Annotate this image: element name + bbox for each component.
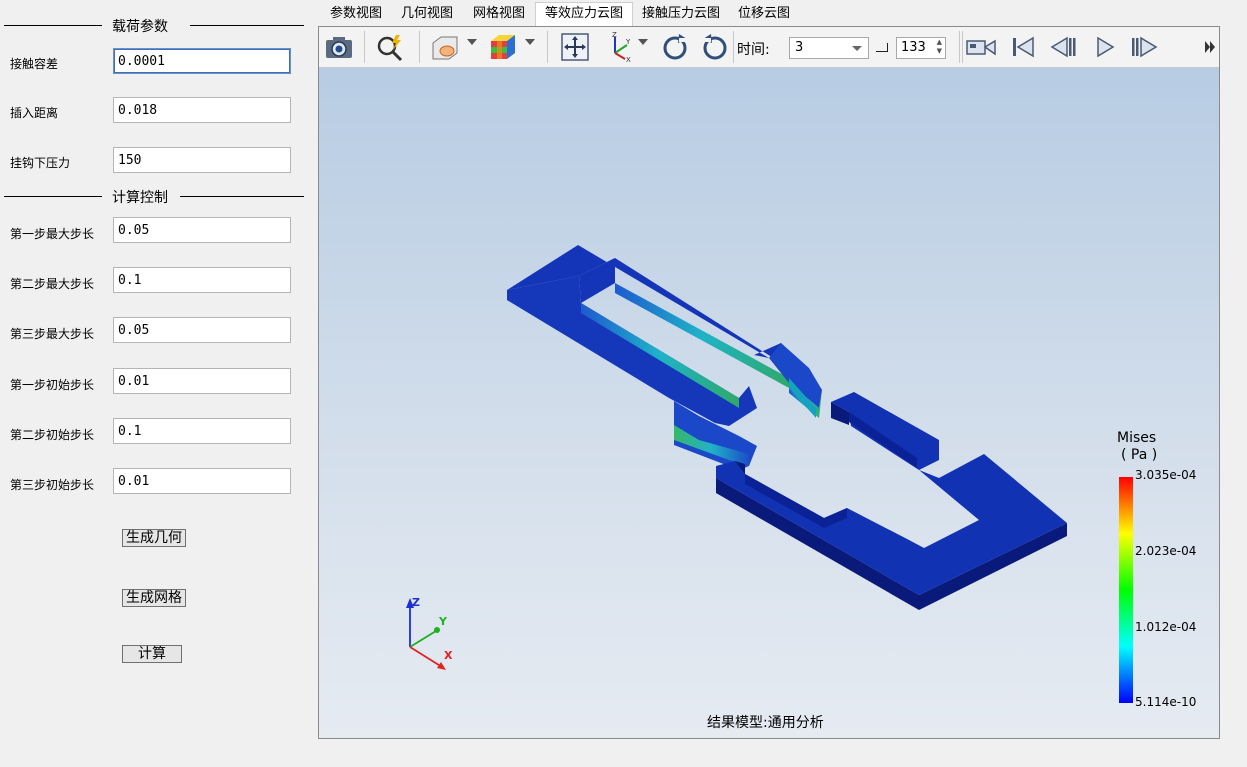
fe-model-render: Z Y X — [406, 245, 1067, 670]
legend-mid-low: 1.012e-04 — [1135, 620, 1197, 634]
axes-triad: Z Y X — [406, 596, 453, 670]
z-axis-label: Z — [412, 596, 420, 609]
legend-max: 3.035e-04 — [1135, 468, 1197, 482]
divider — [4, 196, 102, 197]
divider — [180, 196, 304, 197]
axes-orientation-icon[interactable]: Z Y X — [603, 31, 635, 63]
contact-tolerance-input[interactable] — [113, 48, 291, 74]
legend-title: Mises — [1117, 430, 1157, 446]
zoom-fit-icon[interactable] — [374, 31, 406, 63]
frame-spinbox[interactable]: 133 ▲ ▼ — [896, 37, 946, 59]
svg-text:X: X — [626, 56, 631, 63]
toolbar-separator — [364, 31, 365, 63]
tab-param-view[interactable]: 参数视图 — [326, 3, 386, 25]
rotate-right-icon[interactable] — [699, 31, 731, 63]
y-axis-label: Y — [438, 615, 448, 628]
play-icon[interactable] — [1089, 31, 1121, 63]
frame-value: 133 — [901, 40, 926, 55]
hook-press-force-label: 挂钩下压力 — [10, 156, 71, 170]
legend-colorbar — [1119, 477, 1133, 703]
step3-init-input[interactable] — [113, 468, 291, 494]
screenshot-icon[interactable] — [323, 31, 355, 63]
x-axis-line — [409, 646, 443, 668]
legend-unit: ( Pa ) — [1121, 447, 1158, 463]
hook-press-force-input[interactable] — [113, 147, 291, 173]
fit-view-icon[interactable] — [559, 31, 591, 63]
chevron-down-icon — [852, 46, 862, 51]
color-map-icon[interactable] — [487, 31, 519, 63]
time-select[interactable]: 3 — [789, 37, 869, 59]
generate-mesh-button[interactable]: 生成网格 — [122, 589, 186, 607]
toolbar-separator — [959, 31, 960, 63]
y-axis-line — [409, 630, 437, 648]
load-params-title: 载荷参数 — [112, 19, 168, 35]
viewer-toolbar: Z Y X 时间: 3 133 ▲ ▼ — [319, 27, 1219, 68]
toolbar-separator — [962, 31, 963, 63]
step3-max-label: 第三步最大步长 — [10, 327, 95, 341]
step2-init-label: 第二步初始步长 — [10, 428, 95, 442]
svg-text:Z: Z — [612, 31, 617, 39]
chevron-down-icon[interactable] — [525, 39, 535, 45]
time-value: 3 — [795, 40, 804, 55]
compute-button[interactable]: 计算 — [122, 645, 182, 663]
tab-geometry-view[interactable]: 几何视图 — [397, 3, 457, 25]
section-view-icon[interactable] — [429, 31, 461, 63]
insert-distance-input[interactable] — [113, 97, 291, 123]
next-frame-icon[interactable] — [1129, 31, 1161, 63]
contact-tolerance-label: 接触容差 — [10, 57, 59, 71]
svg-text:Y: Y — [625, 38, 631, 46]
step1-init-label: 第一步初始步长 — [10, 378, 95, 392]
tab-contact-pressure[interactable]: 接触压力云图 — [638, 3, 724, 25]
frame-bracket-icon — [876, 43, 888, 52]
hook-part — [507, 245, 822, 470]
prev-frame-icon[interactable] — [1047, 31, 1079, 63]
time-label: 时间: — [737, 42, 770, 58]
calc-control-title: 计算控制 — [112, 190, 168, 206]
legend-mid-high: 2.023e-04 — [1135, 544, 1197, 558]
tab-displacement[interactable]: 位移云图 — [734, 3, 794, 25]
tab-mesh-view[interactable]: 网格视图 — [469, 3, 529, 25]
step1-init-input[interactable] — [113, 368, 291, 394]
load-params-header: 载荷参数 — [4, 15, 304, 35]
divider — [190, 25, 304, 26]
legend-min: 5.114e-10 — [1135, 695, 1197, 709]
spin-arrows-icon[interactable]: ▲ ▼ — [937, 38, 942, 56]
tab-von-mises[interactable]: 等效应力云图 — [535, 2, 634, 27]
toolbar-separator — [733, 31, 734, 63]
result-viewport: Z Y X 时间: 3 133 ▲ ▼ Z Y X 结果模型:通用分析 Mise… — [318, 26, 1220, 739]
first-frame-icon[interactable] — [1007, 31, 1039, 63]
step1-max-label: 第一步最大步长 — [10, 227, 95, 241]
chevron-down-icon[interactable] — [638, 39, 648, 45]
step2-max-input[interactable] — [113, 267, 291, 293]
3d-scene[interactable]: Z Y X 结果模型:通用分析 Mises ( Pa ) 3.035e-04 2… — [319, 68, 1219, 738]
socket-part — [716, 392, 1067, 610]
x-axis-arrow — [437, 662, 446, 670]
rotate-left-icon[interactable] — [659, 31, 691, 63]
step2-max-label: 第二步最大步长 — [10, 277, 95, 291]
toolbar-overflow-icon[interactable] — [1203, 39, 1217, 55]
calc-control-header: 计算控制 — [4, 186, 304, 206]
toolbar-separator — [547, 31, 548, 63]
step3-max-input[interactable] — [113, 317, 291, 343]
generate-geometry-button[interactable]: 生成几何 — [122, 529, 186, 547]
divider — [4, 25, 102, 26]
step3-init-label: 第三步初始步长 — [10, 478, 95, 492]
toolbar-separator — [419, 31, 420, 63]
step2-init-input[interactable] — [113, 418, 291, 444]
chevron-down-icon[interactable] — [467, 39, 477, 45]
model-caption: 结果模型:通用分析 — [707, 715, 824, 731]
insert-distance-label: 插入距离 — [10, 106, 59, 120]
video-record-icon[interactable] — [965, 31, 997, 63]
step1-max-input[interactable] — [113, 217, 291, 243]
x-axis-label: X — [444, 649, 453, 662]
